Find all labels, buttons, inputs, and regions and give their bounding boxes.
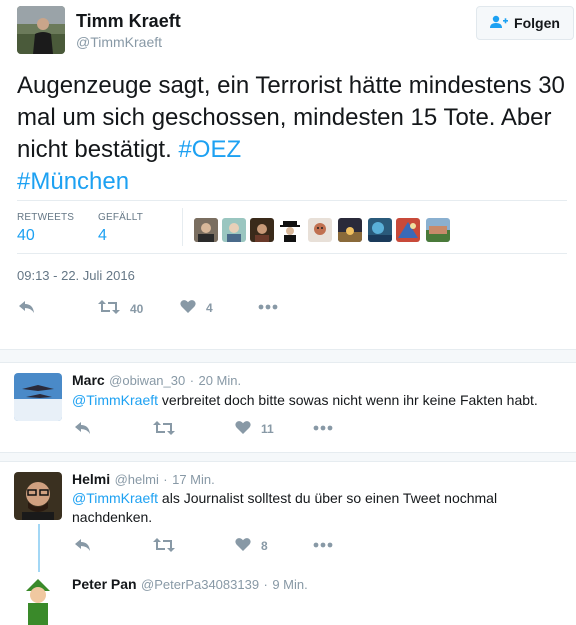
heart-icon [235,420,251,438]
liker-avatar[interactable] [426,218,450,242]
reply-icon [18,299,36,318]
reply-author-name[interactable]: Marc [72,372,105,388]
reply-author-name[interactable]: Peter Pan [72,576,137,592]
stats-separator [182,208,183,246]
reply-header: Helmi @helmi · 17 Min. [72,471,215,487]
author-avatar[interactable] [17,6,65,54]
liker-avatar[interactable] [308,218,332,242]
retweets-stat[interactable]: RETWEETS 40 [17,212,74,245]
liker-avatar[interactable] [250,218,274,242]
retweet-button[interactable] [153,537,175,556]
like-button[interactable]: 11 [235,420,274,438]
reply-author-name[interactable]: Helmi [72,471,110,487]
liker-avatar[interactable] [194,218,218,242]
retweets-label: RETWEETS [17,212,75,223]
more-button[interactable] [313,420,333,434]
likes-label: GEFÄLLT [98,212,144,223]
section-separator [0,452,576,462]
reply-author-handle[interactable]: @PeterPa34083139 [141,577,259,592]
person-plus-icon [490,15,509,32]
reply-time[interactable]: 9 Min. [272,577,307,592]
hashtag-oez[interactable]: #OEZ [178,136,241,163]
thread-line [38,524,40,572]
reply-text: @TimmKraeft als Journalist solltest du ü… [72,489,522,527]
heart-icon [235,537,251,555]
hashtag-muenchen[interactable]: #München [17,168,129,195]
reply-button[interactable] [18,299,36,318]
stats-divider-top [17,200,567,201]
reply-header: Peter Pan @PeterPa34083139 · 9 Min. [72,576,308,592]
reply-avatar[interactable] [14,373,62,421]
reply-mention[interactable]: @TimmKraeft [72,490,158,506]
like-count: 8 [261,539,268,553]
section-separator [0,349,576,363]
like-button[interactable]: 8 [235,537,268,555]
reply-time[interactable]: 17 Min. [172,472,215,487]
liker-avatar[interactable] [338,218,362,242]
follow-button[interactable]: Folgen [476,6,574,40]
author-handle[interactable]: @TimmKraeft [76,34,162,50]
reply-author-handle[interactable]: @obiwan_30 [109,373,185,388]
likes-value: 4 [98,227,107,244]
like-count: 11 [261,422,274,436]
reply-header: Marc @obiwan_30 · 20 Min. [72,372,242,388]
liker-avatar[interactable] [222,218,246,242]
liker-avatar[interactable] [396,218,420,242]
more-button[interactable] [313,537,333,551]
reply-icon [74,420,92,439]
reply-text: @TimmKraeft verbreitet doch bitte sowas … [72,391,552,410]
retweet-button[interactable]: 40 [98,299,143,318]
tweet-timestamp[interactable]: 09:13 - 22. Juli 2016 [17,268,135,283]
more-dots-icon [313,537,333,551]
reply-button[interactable] [74,420,92,439]
retweet-icon [98,299,120,318]
stats-divider-bottom [17,253,567,254]
follow-label: Folgen [514,15,560,31]
likes-stat[interactable]: GEFÄLLT 4 [98,212,143,245]
retweet-count: 40 [130,301,144,316]
author-name[interactable]: Timm Kraeft [76,11,181,32]
reply-button[interactable] [74,537,92,556]
retweet-icon [153,420,175,439]
reply-body: verbreitet doch bitte sowas nicht wenn i… [158,392,538,408]
retweets-value: 40 [17,227,35,244]
liker-avatar[interactable] [368,218,392,242]
like-count: 4 [206,301,213,315]
more-button[interactable] [258,299,278,313]
liker-avatar[interactable] [278,218,302,242]
more-dots-icon [258,299,278,313]
tweet-body: Augenzeuge sagt, ein Terrorist hätte min… [17,72,565,163]
reply-avatar[interactable] [14,577,62,625]
like-button[interactable]: 4 [180,299,213,317]
reply-time[interactable]: 20 Min. [198,373,241,388]
retweet-icon [153,537,175,556]
heart-icon [180,299,196,317]
reply-avatar[interactable] [14,472,62,520]
retweet-button[interactable] [153,420,175,439]
reply-author-handle[interactable]: @helmi [115,472,159,487]
reply-icon [74,537,92,556]
reply-mention[interactable]: @TimmKraeft [72,392,158,408]
more-dots-icon [313,420,333,434]
tweet-text: Augenzeuge sagt, ein Terrorist hätte min… [17,70,567,198]
